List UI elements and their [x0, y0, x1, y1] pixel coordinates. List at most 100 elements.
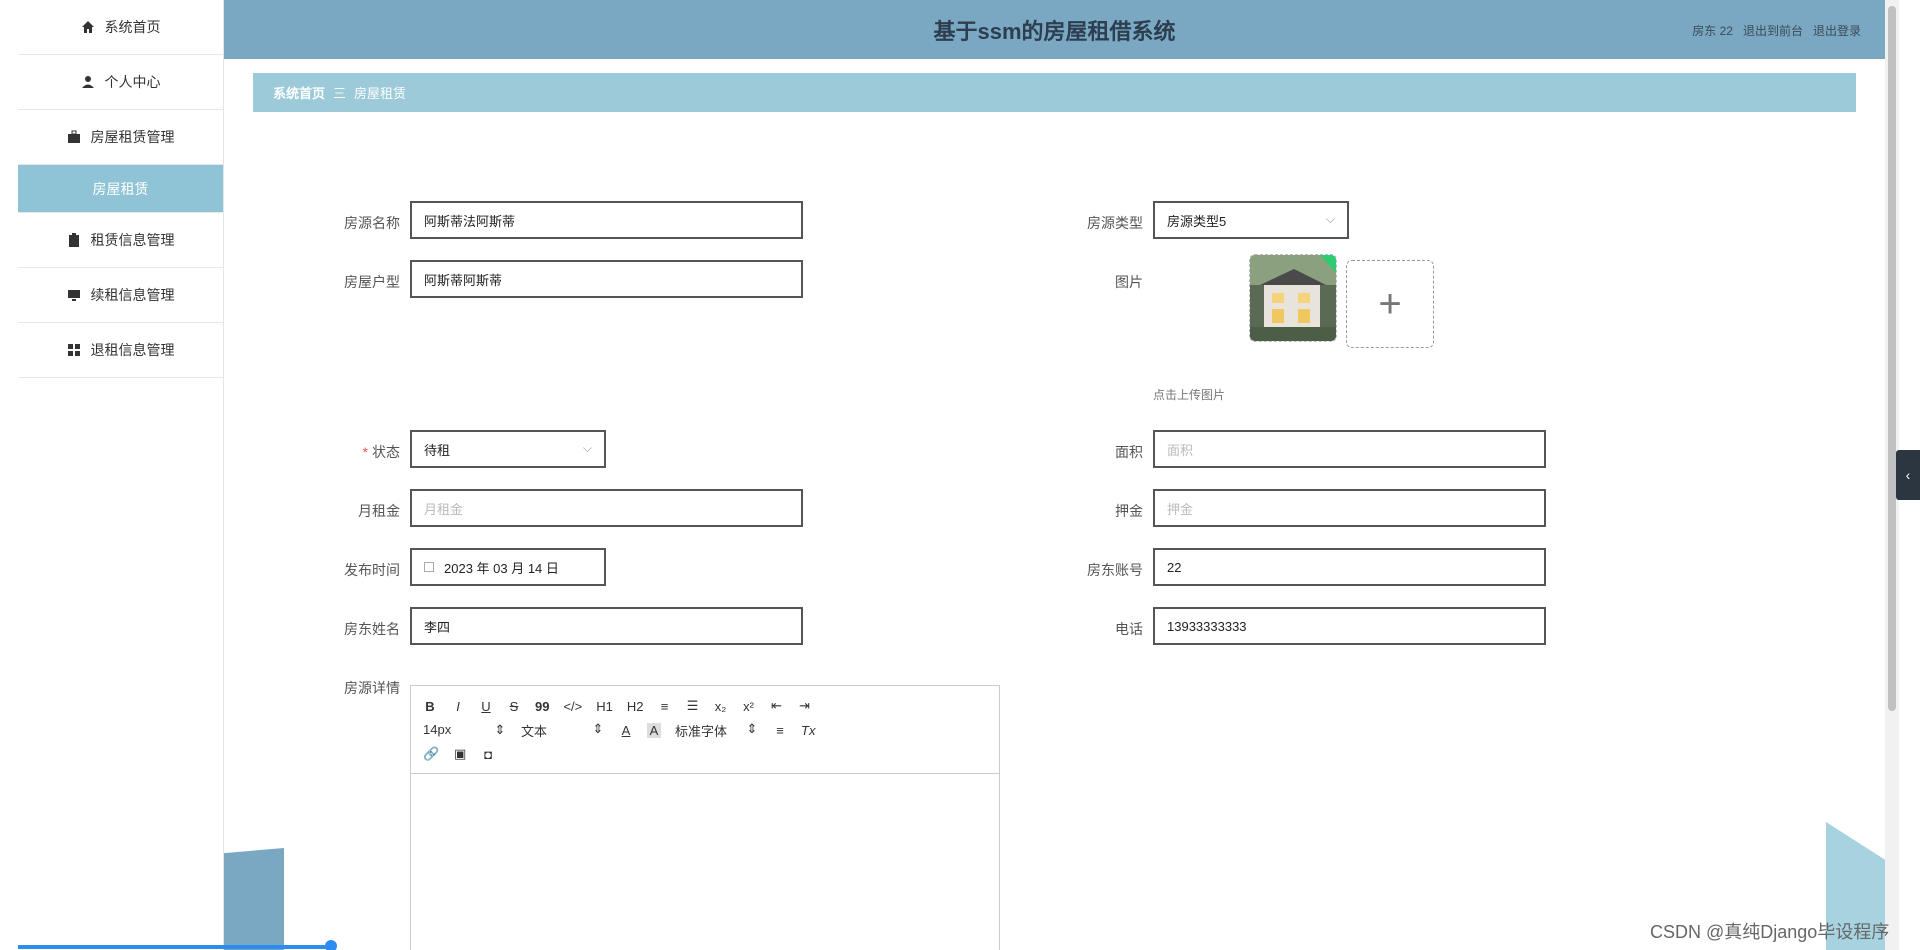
logout-link[interactable]: 退出登录: [1813, 22, 1861, 39]
breadcrumb-home[interactable]: 系统首页: [273, 83, 325, 102]
breadcrumb-current: 房屋租赁: [354, 86, 407, 101]
monthly-rent-input[interactable]: 月租金: [410, 489, 803, 527]
background-color-icon[interactable]: A: [647, 722, 661, 738]
house-type-select[interactable]: 房源类型5 ⌵: [1153, 201, 1349, 239]
font-family-value: 标准字体: [675, 723, 728, 739]
sort-arrows-icon: ⇕: [592, 720, 604, 736]
heading1-button[interactable]: H1: [596, 699, 613, 714]
plus-icon: +: [1378, 281, 1402, 326]
phone-label: 电话: [1115, 621, 1143, 637]
sidebar-item-lease-info-mgmt[interactable]: 租赁信息管理: [18, 213, 223, 268]
decorative-shape-left: [224, 848, 284, 950]
add-image-button[interactable]: +: [1346, 260, 1434, 348]
editor-toolbar: B I U S 99 </> H1 H2 ≡ ☰ x₂ x² ⇤ ⇥ 14px ⇕…: [411, 686, 999, 774]
text-type-select[interactable]: 文本 ⇕: [521, 721, 605, 740]
rent-label: 月租金: [358, 503, 400, 519]
sidebar-item-home[interactable]: 系统首页: [18, 0, 223, 55]
image-label: 图片: [1115, 274, 1143, 290]
outdent-button[interactable]: ⇤: [770, 698, 784, 714]
font-size-value: 14px: [423, 722, 452, 737]
sidebar-item-house-rental-mgmt[interactable]: 房屋租赁管理: [18, 110, 223, 165]
bullet-list-button[interactable]: ☰: [686, 698, 700, 714]
details-label: 房源详情: [344, 680, 400, 696]
landlord-name-label: 房东姓名: [344, 621, 400, 637]
bold-button[interactable]: B: [423, 699, 437, 714]
sidebar-item-renewal-info-mgmt[interactable]: 续租信息管理: [18, 268, 223, 323]
link-icon[interactable]: 🔗: [423, 746, 439, 762]
code-block-button[interactable]: </>: [563, 699, 582, 714]
area-label: 面积: [1115, 444, 1143, 460]
chevron-down-icon: ⌵: [582, 441, 592, 455]
left-margin: [0, 0, 18, 950]
sidebar-item-label: 系统首页: [104, 19, 161, 35]
sidebar-item-label: 退租信息管理: [90, 342, 175, 358]
landlord-account-label: 房东账号: [1087, 562, 1143, 578]
top-header: 基于ssm的房屋租借系统 房东 22 退出到前台 退出登录: [224, 0, 1885, 59]
publish-date-value: 2023 年 03 月 14 日: [444, 560, 559, 576]
status-label-text: 状态: [372, 444, 400, 460]
font-family-select[interactable]: 标准字体 ⇕: [675, 721, 759, 740]
font-size-select[interactable]: 14px ⇕: [423, 722, 507, 738]
deposit-label: 押金: [1115, 503, 1143, 519]
ordered-list-button[interactable]: ≡: [658, 699, 672, 714]
layout-label: 房屋户型: [344, 274, 400, 290]
progress-knob[interactable]: [325, 940, 337, 950]
sidebar: 系统首页 个人中心 房屋租赁管理 房屋租赁 租赁信息管理 续租信息管理 退租信息…: [18, 0, 224, 950]
clear-format-button[interactable]: Tx: [801, 723, 815, 738]
publish-time-label: 发布时间: [344, 562, 400, 578]
subscript-button[interactable]: x₂: [714, 699, 728, 714]
landlord-name-input[interactable]: 李四: [410, 607, 803, 645]
chevron-down-icon: ⌵: [1325, 212, 1335, 226]
deposit-input[interactable]: 押金: [1153, 489, 1546, 527]
superscript-button[interactable]: x²: [742, 699, 756, 714]
house-layout-input[interactable]: 阿斯蒂阿斯蒂: [410, 260, 803, 298]
sidebar-item-label: 房屋租赁: [92, 180, 149, 197]
house-photo: [1250, 255, 1336, 341]
breadcrumb-separator: 三: [333, 86, 347, 101]
breadcrumb: 系统首页 三 房屋租赁: [253, 73, 1856, 112]
house-name-input[interactable]: 阿斯蒂法阿斯蒂: [410, 201, 803, 239]
align-button[interactable]: ≡: [773, 723, 787, 738]
current-user: 房东 22: [1692, 24, 1733, 38]
italic-button[interactable]: I: [451, 699, 465, 714]
heading2-button[interactable]: H2: [627, 699, 644, 714]
video-icon[interactable]: ◘: [481, 747, 495, 762]
font-color-icon[interactable]: A: [619, 723, 633, 738]
indent-button[interactable]: ⇥: [798, 698, 812, 714]
uploaded-image-thumbnail[interactable]: [1249, 254, 1337, 342]
status-value: 待租: [424, 442, 451, 458]
landlord-account-input[interactable]: 22: [1153, 548, 1546, 586]
area-input[interactable]: 面积: [1153, 430, 1546, 468]
back-to-front-link[interactable]: 退出到前台: [1743, 22, 1803, 39]
sidebar-item-checkout-info-mgmt[interactable]: 退租信息管理: [18, 323, 223, 378]
loading-progress-bar: [18, 945, 331, 949]
blockquote-button[interactable]: 99: [535, 699, 549, 714]
briefcase-icon: [67, 130, 80, 143]
home-icon: [81, 21, 94, 33]
sidebar-item-label: 个人中心: [104, 74, 161, 90]
calendar-icon: [424, 562, 434, 572]
sidebar-item-label: 房屋租赁管理: [90, 129, 175, 145]
sort-arrows-icon: ⇕: [494, 722, 506, 737]
sidebar-item-house-rental[interactable]: 房屋租赁: [18, 165, 223, 213]
sidebar-item-profile[interactable]: 个人中心: [18, 55, 223, 110]
text-type-value: 文本: [521, 723, 548, 739]
grid-icon: [67, 344, 80, 356]
side-panel-toggle[interactable]: ‹: [1896, 450, 1920, 500]
phone-input[interactable]: 13933333333: [1153, 607, 1546, 645]
status-select[interactable]: 待租 ⌵: [410, 430, 606, 468]
details-rich-text-editor: B I U S 99 </> H1 H2 ≡ ☰ x₂ x² ⇤ ⇥ 14px ⇕…: [410, 685, 1000, 950]
strikethrough-button[interactable]: S: [507, 699, 521, 714]
monitor-icon: [67, 290, 80, 301]
sidebar-item-label: 租赁信息管理: [90, 232, 175, 248]
upload-tip: 点击上传图片: [1153, 388, 1226, 402]
image-icon[interactable]: ▣: [453, 746, 467, 762]
scrollbar-thumb[interactable]: [1888, 6, 1896, 711]
publish-date-picker[interactable]: 2023 年 03 月 14 日: [410, 548, 606, 586]
underline-button[interactable]: U: [479, 699, 493, 714]
watermark: CSDN @真纯Django毕设程序: [1650, 922, 1890, 942]
app-title: 基于ssm的房屋租借系统: [933, 19, 1176, 44]
status-label: * 状态: [300, 442, 400, 462]
sidebar-item-label: 续租信息管理: [90, 287, 175, 303]
header-links: 房东 22 退出到前台 退出登录: [1692, 22, 1861, 39]
